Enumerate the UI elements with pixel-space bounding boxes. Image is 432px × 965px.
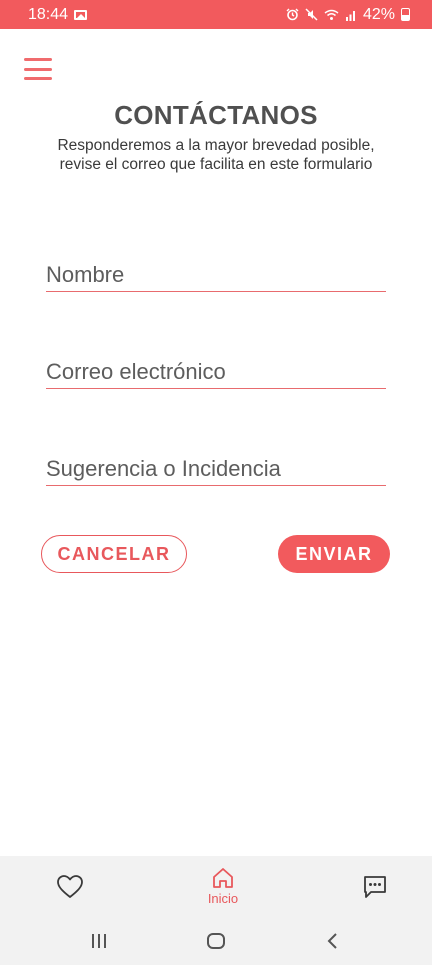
- cancel-button[interactable]: CANCELAR: [41, 535, 187, 573]
- bottom-nav: Inicio: [0, 856, 432, 917]
- nav-home[interactable]: Inicio: [208, 867, 238, 906]
- email-field[interactable]: [46, 355, 386, 389]
- back-icon: [327, 933, 338, 949]
- send-button[interactable]: ENVIAR: [278, 535, 390, 573]
- recent-apps-button[interactable]: [79, 926, 119, 956]
- nav-favorites[interactable]: [56, 874, 84, 900]
- signal-icon: [345, 10, 355, 21]
- back-button[interactable]: [313, 926, 353, 956]
- home-icon: [213, 868, 233, 888]
- recent-apps-icon: [91, 934, 106, 948]
- system-home-button[interactable]: [196, 926, 236, 956]
- home-circle-icon: [206, 933, 225, 949]
- contact-screen: 18:44 42% CONTÁCTANOS Responderemos a la…: [0, 0, 432, 965]
- hamburger-menu-icon[interactable]: [24, 58, 52, 80]
- nav-messages[interactable]: [362, 874, 388, 900]
- mute-icon: [305, 8, 318, 21]
- status-bar: 18:44 42%: [0, 0, 432, 29]
- status-left: 18:44: [28, 5, 88, 24]
- page-subtitle: Responderemos a la mayor brevedad posibl…: [57, 137, 375, 173]
- system-nav: [0, 917, 432, 965]
- page-title: CONTÁCTANOS: [114, 100, 318, 130]
- battery-icon: [401, 8, 410, 21]
- wifi-icon: [324, 9, 339, 20]
- chat-icon: [364, 875, 386, 898]
- battery-percent: 42%: [362, 5, 395, 23]
- name-field[interactable]: [46, 258, 386, 292]
- suggestion-field[interactable]: [46, 452, 386, 486]
- heart-icon: [57, 874, 83, 898]
- nav-home-label: Inicio: [207, 891, 239, 906]
- clock: 18:44: [28, 5, 69, 23]
- image-icon: [74, 9, 88, 20]
- alarm-icon: [286, 8, 299, 21]
- status-right: 42%: [286, 6, 410, 24]
